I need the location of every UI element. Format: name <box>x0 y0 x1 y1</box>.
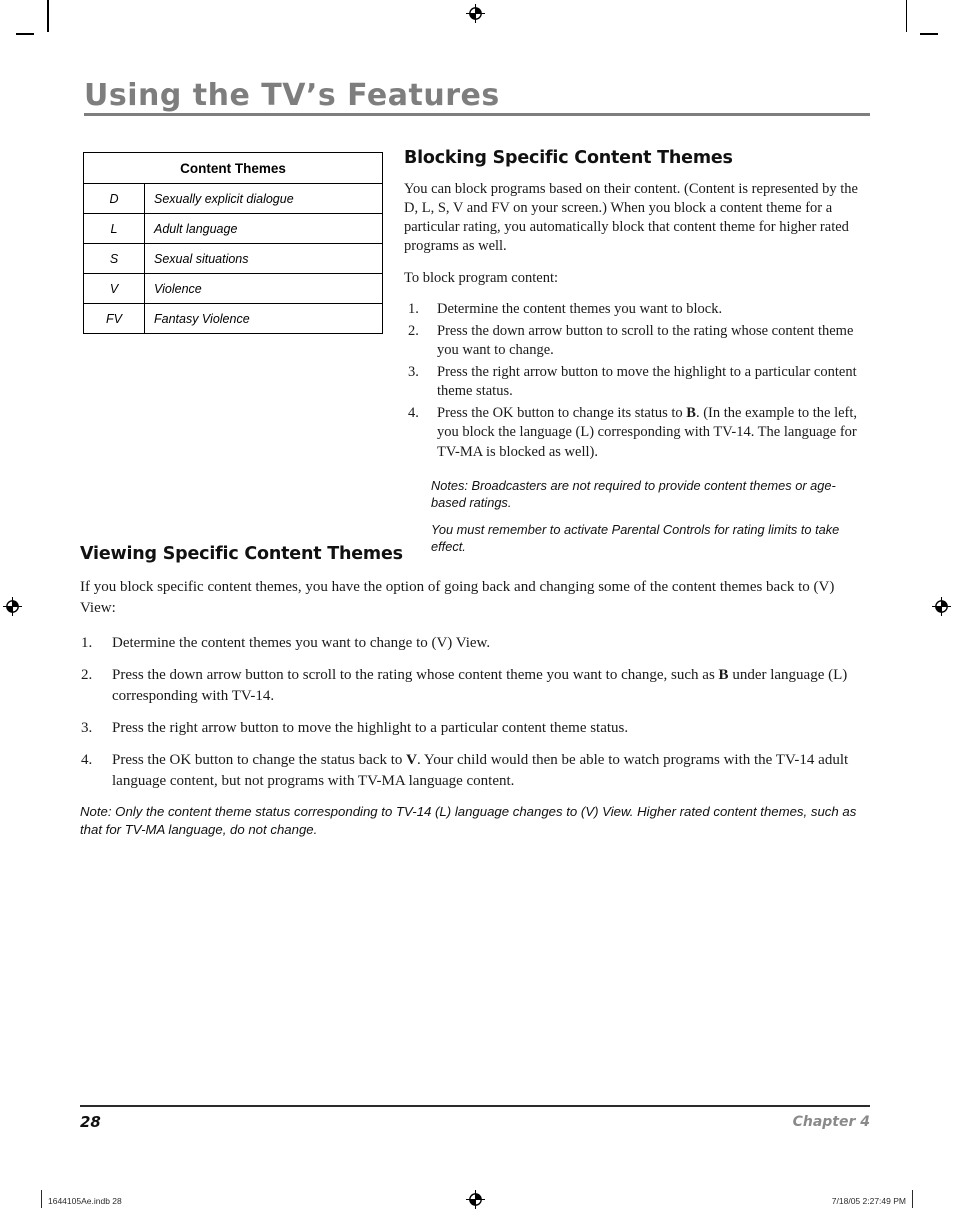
registration-mark-bottom-center <box>466 1190 485 1209</box>
list-item: Press the right arrow button to move the… <box>408 363 857 400</box>
table-row: L Adult language <box>83 213 383 244</box>
theme-description: Adult language <box>144 213 383 244</box>
list-item: Press the OK button to change its status… <box>404 404 870 461</box>
crop-mark-top-left-vertical <box>47 0 49 32</box>
viewing-section-heading: Viewing Specific Content Themes <box>80 544 403 564</box>
list-item: Press the down arrow button to scroll to… <box>408 322 854 358</box>
registration-mark-top-center <box>466 4 485 23</box>
page-title: Using the TV’s Features <box>84 78 500 113</box>
slug-rule-right <box>912 1190 913 1208</box>
note-text: Note: Only the content theme status corr… <box>80 804 857 838</box>
print-slug-timestamp: 7/18/05 2:27:49 PM <box>831 1196 906 1206</box>
crop-mark-top-left-horizontal <box>16 33 34 35</box>
blocking-section-lead-in: To block program content: <box>404 269 559 286</box>
chapter-label: Chapter 4 <box>792 1114 870 1130</box>
theme-abbreviation: S <box>83 243 145 274</box>
step-text-before: Press the OK button to change its status… <box>437 405 687 422</box>
table-row: D Sexually explicit dialogue <box>83 183 383 214</box>
registration-mark-left-center <box>3 597 22 616</box>
list-item: Press the right arrow button to move the… <box>81 718 629 739</box>
theme-abbreviation: FV <box>83 303 145 334</box>
status-code-blocked: B <box>718 667 729 683</box>
list-item: Determine the content themes you want to… <box>81 633 491 654</box>
footer-divider <box>80 1105 870 1107</box>
list-item: Press the OK button to change the status… <box>80 750 870 792</box>
print-slug-filename: 1644105Ae.indb 28 <box>48 1196 122 1206</box>
theme-abbreviation: V <box>83 273 145 304</box>
theme-description: Sexual situations <box>144 243 383 274</box>
table-caption: Content Themes <box>83 152 383 184</box>
blocking-section-intro: You can block programs based on their co… <box>404 181 858 255</box>
blocking-section: Blocking Specific Content Themes You can… <box>404 148 870 555</box>
table-body: D Sexually explicit dialogue L Adult lan… <box>83 183 383 334</box>
crop-mark-top-right-horizontal <box>920 33 938 35</box>
slug-rule-left <box>41 1190 42 1208</box>
step-text-before: Press the down arrow button to scroll to… <box>112 667 719 683</box>
viewing-section: Viewing Specific Content Themes If you b… <box>80 544 870 839</box>
theme-abbreviation: L <box>83 213 145 244</box>
content-themes-table: Content Themes D Sexually explicit dialo… <box>83 152 383 334</box>
status-code-view: V <box>406 752 417 768</box>
viewing-steps-list: Determine the content themes you want to… <box>80 633 870 792</box>
viewing-section-intro: If you block specific content themes, yo… <box>80 579 835 616</box>
status-code-blocked: B <box>686 405 696 422</box>
theme-description: Sexually explicit dialogue <box>144 183 383 214</box>
list-item: Press the down arrow button to scroll to… <box>80 665 870 707</box>
theme-description: Violence <box>144 273 383 304</box>
table-row: S Sexual situations <box>83 243 383 274</box>
blocking-steps-list: Determine the content themes you want to… <box>404 300 870 462</box>
table-row: FV Fantasy Violence <box>83 303 383 334</box>
crop-mark-top-right-vertical <box>905 0 907 32</box>
blocking-notes: Notes: Broadcasters are not required to … <box>404 477 870 555</box>
table-row: V Violence <box>83 273 383 304</box>
title-divider <box>84 113 870 116</box>
list-item: Determine the content themes you want to… <box>408 300 723 319</box>
step-text-before: Press the OK button to change the status… <box>112 752 407 768</box>
theme-description: Fantasy Violence <box>144 303 383 334</box>
registration-mark-right-center <box>932 597 951 616</box>
blocking-section-heading: Blocking Specific Content Themes <box>404 148 733 168</box>
note-text: Notes: Broadcasters are not required to … <box>431 477 836 510</box>
theme-abbreviation: D <box>83 183 145 214</box>
table-header-row: Content Themes <box>83 152 383 184</box>
page-number: 28 <box>80 1113 101 1131</box>
